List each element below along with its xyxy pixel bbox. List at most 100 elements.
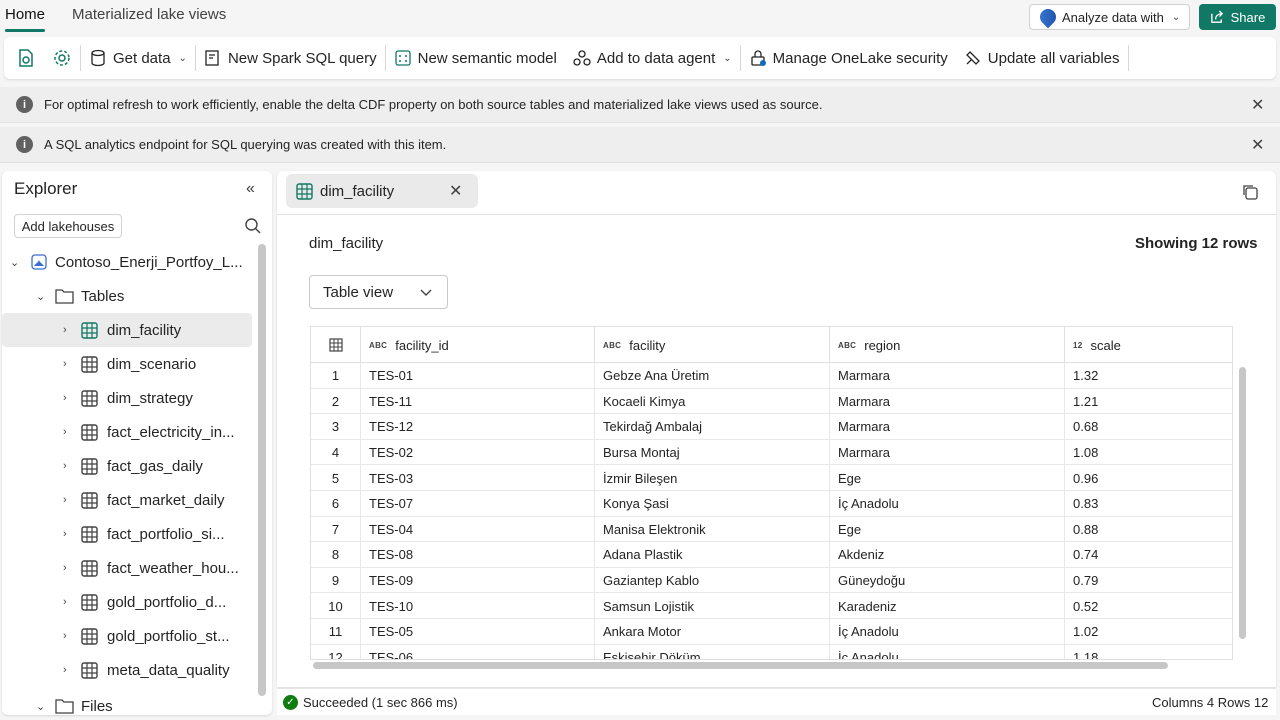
chevron-right-icon: › xyxy=(63,426,67,438)
new-semantic-model-button[interactable]: New semantic model xyxy=(386,37,565,79)
row-number: 2 xyxy=(311,388,361,415)
folder-icon xyxy=(55,289,74,304)
analyze-label: Analyze data with xyxy=(1062,9,1164,25)
analyze-data-with-button[interactable]: Analyze data with ⌄ xyxy=(1029,4,1190,30)
tree-item-lakehouse[interactable]: ⌄ Contoso_Enerji_Portfoy_L... xyxy=(2,245,252,279)
table-row[interactable]: 6 TES-07 Konya Şasi İç Anadolu 0.83 xyxy=(311,491,1232,517)
tree-item-table[interactable]: › fact_portfolio_si... xyxy=(2,517,252,551)
table-label: fact_market_daily xyxy=(107,491,225,509)
tree-item-files[interactable]: ⌄ Files xyxy=(2,689,252,715)
database-icon xyxy=(91,49,105,67)
chevron-right-icon: › xyxy=(63,562,67,574)
table-cell: İç Anadolu xyxy=(830,491,1065,517)
tree-item-table[interactable]: › fact_electricity_in... xyxy=(2,415,252,449)
table-cell: Akdeniz xyxy=(830,542,1065,568)
table-cell: Konya Şasi xyxy=(595,491,830,517)
grid-vertical-scrollbar[interactable] xyxy=(1239,367,1246,639)
tree-item-table[interactable]: › fact_weather_hou... xyxy=(2,551,252,585)
row-number: 7 xyxy=(311,516,361,543)
new-item-button[interactable] xyxy=(4,37,44,79)
table-label: fact_electricity_in... xyxy=(107,423,235,441)
table-row[interactable]: 1 TES-01 Gebze Ana Üretim Marmara 1.32 xyxy=(311,363,1232,389)
row-number: 1 xyxy=(311,363,361,389)
table-row[interactable]: 11 TES-05 Ankara Motor İç Anadolu 1.02 xyxy=(311,619,1232,645)
table-cell: Tekirdağ Ambalaj xyxy=(595,414,830,440)
table-name: dim_facility xyxy=(309,235,384,252)
row-number: 9 xyxy=(311,567,361,594)
data-grid: ABC facility_id ABC facility ABC region 12 scal… xyxy=(310,326,1233,660)
explorer-scrollbar[interactable] xyxy=(258,244,266,696)
table-cell: Manisa Elektronik xyxy=(595,516,830,543)
grid-horizontal-scrollbar[interactable] xyxy=(313,662,1168,669)
table-icon xyxy=(81,491,98,509)
close-icon[interactable]: ✕ xyxy=(449,181,462,201)
info-icon: i xyxy=(16,136,33,153)
row-number: 5 xyxy=(311,465,361,491)
tree-item-table[interactable]: › gold_portfolio_d... xyxy=(2,585,252,619)
add-to-data-agent-button[interactable]: Add to data agent ⌄ xyxy=(565,37,740,79)
copy-icon[interactable] xyxy=(1241,183,1259,201)
banner-text: For optimal refresh to work efficiently,… xyxy=(44,97,823,112)
table-cell: İç Anadolu xyxy=(830,619,1065,645)
close-icon[interactable]: ✕ xyxy=(1251,95,1264,115)
column-name: facility_id xyxy=(395,337,449,353)
table-label: dim_strategy xyxy=(107,389,193,407)
search-icon[interactable] xyxy=(244,217,262,235)
manage-onelake-security-button[interactable]: Manage OneLake security xyxy=(741,37,956,79)
chevron-right-icon: › xyxy=(63,392,67,404)
table-row[interactable]: 7 TES-04 Manisa Elektronik Ege 0.88 xyxy=(311,516,1232,543)
new-spark-sql-label: New Spark SQL query xyxy=(227,49,377,67)
chevron-right-icon: › xyxy=(63,664,67,676)
table-row[interactable]: 5 TES-03 İzmir Bileşen Ege 0.96 xyxy=(311,465,1232,491)
table-icon xyxy=(81,559,98,577)
close-icon[interactable]: ✕ xyxy=(1251,135,1264,155)
table-row[interactable]: 4 TES-02 Bursa Montaj Marmara 1.08 xyxy=(311,439,1232,466)
settings-button[interactable] xyxy=(44,37,80,79)
new-spark-sql-query-button[interactable]: New Spark SQL query xyxy=(196,37,385,79)
tab-dim-facility[interactable]: dim_facility ✕ xyxy=(286,174,478,208)
add-to-data-agent-label: Add to data agent xyxy=(596,49,716,67)
row-number: 10 xyxy=(311,593,361,619)
table-row[interactable]: 2 TES-11 Kocaeli Kimya Marmara 1.21 xyxy=(311,388,1232,415)
select-all-cell[interactable] xyxy=(311,327,361,363)
table-row[interactable]: 9 TES-09 Gaziantep Kablo Güneydoğu 0.79 xyxy=(311,567,1232,594)
table-cell: 0.88 xyxy=(1065,517,1232,543)
table-row[interactable]: 12 TES-06 Eskişehir Döküm İç Anadolu 1.18 xyxy=(311,644,1232,659)
table-cell: 1.18 xyxy=(1065,645,1232,659)
column-header[interactable]: ABC facility xyxy=(595,327,830,363)
table-row[interactable]: 10 TES-10 Samsun Lojistik Karadeniz 0.52 xyxy=(311,593,1232,619)
lakehouse-icon xyxy=(31,254,47,270)
add-lakehouses-button[interactable]: Add lakehouses xyxy=(14,214,122,238)
tree-item-table[interactable]: › fact_gas_daily xyxy=(2,449,252,483)
table-row[interactable]: 8 TES-08 Adana Plastik Akdeniz 0.74 xyxy=(311,542,1232,568)
tree-item-table[interactable]: › dim_strategy xyxy=(2,381,252,415)
column-header[interactable]: 12 scale xyxy=(1065,327,1232,363)
lakehouse-label: Contoso_Enerji_Portfoy_L... xyxy=(55,253,243,271)
update-all-variables-button[interactable]: Update all variables xyxy=(956,37,1128,79)
table-cell: TES-07 xyxy=(361,491,595,517)
table-row[interactable]: 3 TES-12 Tekirdağ Ambalaj Marmara 0.68 xyxy=(311,414,1232,440)
share-button[interactable]: Share xyxy=(1199,4,1276,30)
tab-materialized-lake-views[interactable]: Materialized lake views xyxy=(72,6,226,23)
files-label: Files xyxy=(81,697,113,715)
collapse-panel-icon[interactable]: « xyxy=(246,180,255,198)
tree-item-tables[interactable]: ⌄ Tables xyxy=(2,279,252,313)
table-label: gold_portfolio_d... xyxy=(107,593,227,611)
share-icon xyxy=(1210,9,1223,23)
chevron-down-icon: ⌄ xyxy=(36,700,46,713)
tree-item-table[interactable]: › fact_market_daily xyxy=(2,483,252,517)
table-cell: TES-08 xyxy=(361,542,595,568)
table-cell: Adana Plastik xyxy=(595,542,830,568)
column-header[interactable]: ABC region xyxy=(830,327,1065,363)
view-mode-select[interactable]: Table view xyxy=(309,275,448,309)
tree-item-table[interactable]: › meta_data_quality xyxy=(2,653,252,687)
tree-item-table[interactable]: › dim_scenario xyxy=(2,347,252,381)
ribbon-divider xyxy=(1127,45,1129,71)
tree-item-table[interactable]: › dim_facility xyxy=(2,313,252,347)
column-header[interactable]: ABC facility_id xyxy=(361,327,595,363)
table-cell: TES-02 xyxy=(361,439,595,466)
get-data-label: Get data xyxy=(113,49,171,67)
get-data-button[interactable]: Get data ⌄ xyxy=(81,37,195,79)
tree-item-table[interactable]: › gold_portfolio_st... xyxy=(2,619,252,653)
tab-home[interactable]: Home xyxy=(5,6,46,32)
